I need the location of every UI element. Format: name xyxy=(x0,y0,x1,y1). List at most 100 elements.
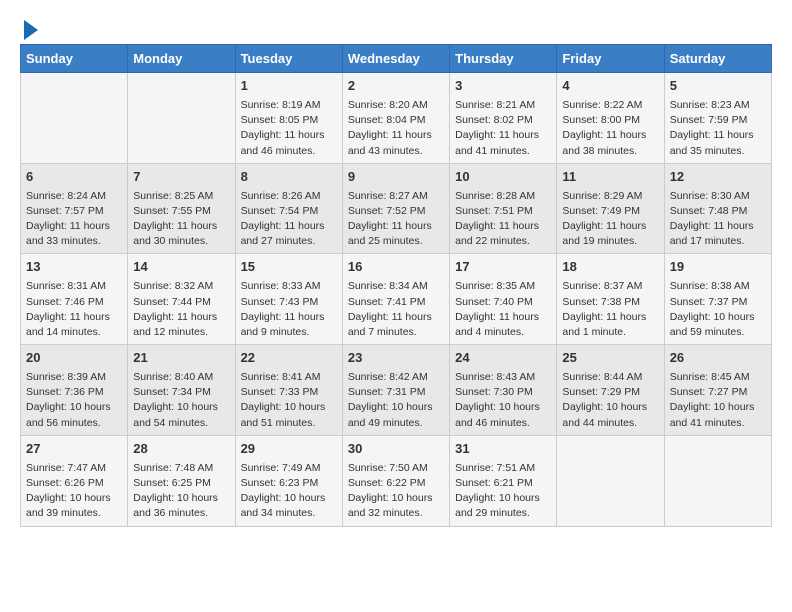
day-info: Sunrise: 7:48 AM Sunset: 6:25 PM Dayligh… xyxy=(133,461,229,522)
day-number: 25 xyxy=(562,349,658,368)
day-info: Sunrise: 8:40 AM Sunset: 7:34 PM Dayligh… xyxy=(133,370,229,431)
calendar-cell: 12 Sunrise: 8:30 AM Sunset: 7:48 PM Dayli… xyxy=(664,163,771,254)
calendar-cell: 14Sunrise: 8:32 AM Sunset: 7:44 PM Dayli… xyxy=(128,254,235,345)
day-info: Sunrise: 7:49 AM Sunset: 6:23 PM Dayligh… xyxy=(241,461,337,522)
day-info: Sunrise: 8:31 AM Sunset: 7:46 PM Dayligh… xyxy=(26,279,122,340)
calendar-cell: 30Sunrise: 7:50 AM Sunset: 6:22 PM Dayli… xyxy=(342,435,449,526)
day-number: 3 xyxy=(455,77,551,96)
day-header-wednesday: Wednesday xyxy=(342,45,449,73)
day-number: 23 xyxy=(348,349,444,368)
calendar-cell: 3Sunrise: 8:21 AM Sunset: 8:02 PM Daylig… xyxy=(450,73,557,164)
calendar-cell: 4 Sunrise: 8:22 AM Sunset: 8:00 PM Daylig… xyxy=(557,73,664,164)
day-info: Sunrise: 8:35 AM Sunset: 7:40 PM Dayligh… xyxy=(455,279,551,340)
calendar-cell: 29 Sunrise: 7:49 AM Sunset: 6:23 PM Dayli… xyxy=(235,435,342,526)
day-info: Sunrise: 8:33 AM Sunset: 7:43 PM Dayligh… xyxy=(241,279,337,340)
day-header-tuesday: Tuesday xyxy=(235,45,342,73)
page-header xyxy=(20,16,772,40)
calendar-cell: 9Sunrise: 8:27 AM Sunset: 7:52 PM Daylig… xyxy=(342,163,449,254)
calendar-cell: 15 Sunrise: 8:33 AM Sunset: 7:43 PM Dayli… xyxy=(235,254,342,345)
day-info: Sunrise: 8:20 AM Sunset: 8:04 PM Dayligh… xyxy=(348,98,444,159)
day-number: 4 xyxy=(562,77,658,96)
calendar-cell: 20 Sunrise: 8:39 AM Sunset: 7:36 PM Dayli… xyxy=(21,345,128,436)
calendar-cell: 24Sunrise: 8:43 AM Sunset: 7:30 PM Dayli… xyxy=(450,345,557,436)
day-info: Sunrise: 8:19 AM Sunset: 8:05 PM Dayligh… xyxy=(241,98,337,159)
day-info: Sunrise: 7:50 AM Sunset: 6:22 PM Dayligh… xyxy=(348,461,444,522)
day-number: 13 xyxy=(26,258,122,277)
calendar-cell: 23 Sunrise: 8:42 AM Sunset: 7:31 PM Dayli… xyxy=(342,345,449,436)
day-number: 7 xyxy=(133,168,229,187)
calendar-week-row: 20 Sunrise: 8:39 AM Sunset: 7:36 PM Dayli… xyxy=(21,345,772,436)
calendar-cell: 26Sunrise: 8:45 AM Sunset: 7:27 PM Dayli… xyxy=(664,345,771,436)
calendar-cell: 25 Sunrise: 8:44 AM Sunset: 7:29 PM Dayli… xyxy=(557,345,664,436)
day-info: Sunrise: 8:24 AM Sunset: 7:57 PM Dayligh… xyxy=(26,189,122,250)
calendar-cell: 5 Sunrise: 8:23 AM Sunset: 7:59 PM Daylig… xyxy=(664,73,771,164)
day-number: 16 xyxy=(348,258,444,277)
day-header-monday: Monday xyxy=(128,45,235,73)
day-info: Sunrise: 8:34 AM Sunset: 7:41 PM Dayligh… xyxy=(348,279,444,340)
day-number: 31 xyxy=(455,440,551,459)
day-number: 15 xyxy=(241,258,337,277)
calendar-cell: 10Sunrise: 8:28 AM Sunset: 7:51 PM Dayli… xyxy=(450,163,557,254)
day-number: 10 xyxy=(455,168,551,187)
day-header-saturday: Saturday xyxy=(664,45,771,73)
calendar-week-row: 1Sunrise: 8:19 AM Sunset: 8:05 PM Daylig… xyxy=(21,73,772,164)
calendar-cell xyxy=(128,73,235,164)
day-header-thursday: Thursday xyxy=(450,45,557,73)
calendar-cell: 17 Sunrise: 8:35 AM Sunset: 7:40 PM Dayli… xyxy=(450,254,557,345)
calendar-cell xyxy=(664,435,771,526)
calendar-cell: 16 Sunrise: 8:34 AM Sunset: 7:41 PM Dayli… xyxy=(342,254,449,345)
day-info: Sunrise: 8:22 AM Sunset: 8:00 PM Dayligh… xyxy=(562,98,658,159)
calendar-table: SundayMondayTuesdayWednesdayThursdayFrid… xyxy=(20,44,772,527)
calendar-cell: 18Sunrise: 8:37 AM Sunset: 7:38 PM Dayli… xyxy=(557,254,664,345)
calendar-cell xyxy=(21,73,128,164)
day-number: 17 xyxy=(455,258,551,277)
logo-arrow-icon xyxy=(24,20,38,40)
day-number: 2 xyxy=(348,77,444,96)
day-info: Sunrise: 8:43 AM Sunset: 7:30 PM Dayligh… xyxy=(455,370,551,431)
day-info: Sunrise: 8:39 AM Sunset: 7:36 PM Dayligh… xyxy=(26,370,122,431)
day-number: 20 xyxy=(26,349,122,368)
day-number: 6 xyxy=(26,168,122,187)
calendar-cell: 1Sunrise: 8:19 AM Sunset: 8:05 PM Daylig… xyxy=(235,73,342,164)
calendar-cell: 21 Sunrise: 8:40 AM Sunset: 7:34 PM Dayli… xyxy=(128,345,235,436)
calendar-cell: 7 Sunrise: 8:25 AM Sunset: 7:55 PM Daylig… xyxy=(128,163,235,254)
calendar-cell: 8 Sunrise: 8:26 AM Sunset: 7:54 PM Daylig… xyxy=(235,163,342,254)
day-info: Sunrise: 8:32 AM Sunset: 7:44 PM Dayligh… xyxy=(133,279,229,340)
calendar-cell: 6 Sunrise: 8:24 AM Sunset: 7:57 PM Daylig… xyxy=(21,163,128,254)
calendar-cell: 28 Sunrise: 7:48 AM Sunset: 6:25 PM Dayli… xyxy=(128,435,235,526)
day-info: Sunrise: 8:41 AM Sunset: 7:33 PM Dayligh… xyxy=(241,370,337,431)
calendar-cell: 13 Sunrise: 8:31 AM Sunset: 7:46 PM Dayli… xyxy=(21,254,128,345)
calendar-header-row: SundayMondayTuesdayWednesdayThursdayFrid… xyxy=(21,45,772,73)
day-info: Sunrise: 8:42 AM Sunset: 7:31 PM Dayligh… xyxy=(348,370,444,431)
day-info: Sunrise: 8:26 AM Sunset: 7:54 PM Dayligh… xyxy=(241,189,337,250)
day-info: Sunrise: 7:51 AM Sunset: 6:21 PM Dayligh… xyxy=(455,461,551,522)
day-info: Sunrise: 8:29 AM Sunset: 7:49 PM Dayligh… xyxy=(562,189,658,250)
day-number: 21 xyxy=(133,349,229,368)
day-header-sunday: Sunday xyxy=(21,45,128,73)
logo xyxy=(20,16,38,40)
day-info: Sunrise: 8:44 AM Sunset: 7:29 PM Dayligh… xyxy=(562,370,658,431)
calendar-cell: 11Sunrise: 8:29 AM Sunset: 7:49 PM Dayli… xyxy=(557,163,664,254)
calendar-cell: 31 Sunrise: 7:51 AM Sunset: 6:21 PM Dayli… xyxy=(450,435,557,526)
day-info: Sunrise: 8:45 AM Sunset: 7:27 PM Dayligh… xyxy=(670,370,766,431)
day-info: Sunrise: 8:30 AM Sunset: 7:48 PM Dayligh… xyxy=(670,189,766,250)
calendar-week-row: 13 Sunrise: 8:31 AM Sunset: 7:46 PM Dayli… xyxy=(21,254,772,345)
calendar-cell: 27 Sunrise: 7:47 AM Sunset: 6:26 PM Dayli… xyxy=(21,435,128,526)
calendar-cell: 19 Sunrise: 8:38 AM Sunset: 7:37 PM Dayli… xyxy=(664,254,771,345)
day-info: Sunrise: 7:47 AM Sunset: 6:26 PM Dayligh… xyxy=(26,461,122,522)
day-number: 8 xyxy=(241,168,337,187)
day-number: 19 xyxy=(670,258,766,277)
day-number: 27 xyxy=(26,440,122,459)
day-number: 18 xyxy=(562,258,658,277)
day-number: 22 xyxy=(241,349,337,368)
day-number: 5 xyxy=(670,77,766,96)
calendar-week-row: 27 Sunrise: 7:47 AM Sunset: 6:26 PM Dayli… xyxy=(21,435,772,526)
day-number: 29 xyxy=(241,440,337,459)
calendar-week-row: 6 Sunrise: 8:24 AM Sunset: 7:57 PM Daylig… xyxy=(21,163,772,254)
day-number: 12 xyxy=(670,168,766,187)
day-number: 28 xyxy=(133,440,229,459)
day-info: Sunrise: 8:38 AM Sunset: 7:37 PM Dayligh… xyxy=(670,279,766,340)
calendar-cell: 22 Sunrise: 8:41 AM Sunset: 7:33 PM Dayli… xyxy=(235,345,342,436)
day-info: Sunrise: 8:25 AM Sunset: 7:55 PM Dayligh… xyxy=(133,189,229,250)
day-info: Sunrise: 8:23 AM Sunset: 7:59 PM Dayligh… xyxy=(670,98,766,159)
